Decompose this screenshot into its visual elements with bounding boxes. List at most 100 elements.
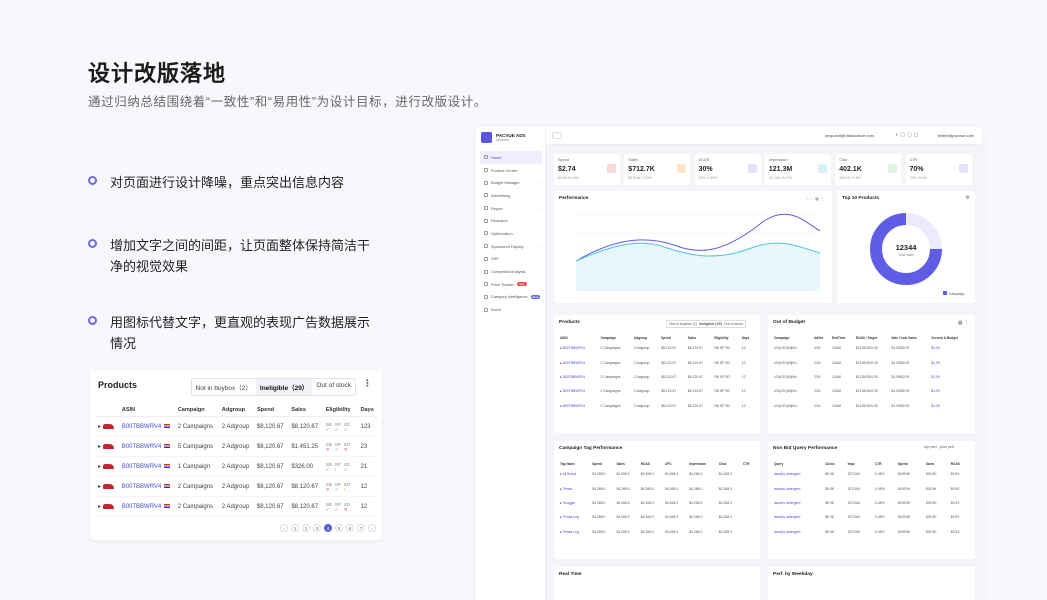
page-3[interactable]: 3 <box>313 524 321 532</box>
sidebar-item[interactable]: Category Intelligence Beta <box>480 291 542 304</box>
table-row[interactable]: laundry detergent $5.9K 327/164 0.45% $409.9… <box>772 467 971 481</box>
table-cell: ▸ Snuggle <box>560 500 576 505</box>
nav-icon <box>484 180 488 185</box>
table-cell: $5.9K <box>825 529 834 534</box>
more-options-icon[interactable]: ⋮ <box>363 378 372 389</box>
asin-link[interactable]: B00TBBWRV4 <box>122 484 162 490</box>
filter-ineligible[interactable]: Ineligible（29） <box>255 379 313 395</box>
app-switch-icon[interactable] <box>552 132 562 139</box>
mini-filter-group[interactable]: Not in buybox (2) Ineligible (29) Out of… <box>666 320 746 328</box>
out-of-budget-panel: Out of Budget ▦ ⋮ Campaign AdSet EndTime RO… <box>768 315 975 433</box>
table-cell: $4,268.0 <box>616 472 630 477</box>
table-row[interactable]: ▸ B00TBBWRV4 2 Campaigns 2 Adgroup $8,120.6… <box>96 496 378 517</box>
table-cell: $13.8K/$10.00 <box>855 374 878 379</box>
table-cell: 2 Adgroup <box>633 403 650 408</box>
filter-not-in-buybox[interactable]: Not in buybox（2） <box>192 379 256 395</box>
sidebar-item[interactable]: Competitor Analysis › <box>480 265 542 278</box>
kpi-card[interactable]: ACOS 30% 32% -2.00% <box>694 154 761 185</box>
account-email[interactable]: amy.wolf@vitalcouture.com <box>825 133 874 138</box>
row-expand[interactable]: ▸ <box>96 436 120 457</box>
next-page-icon[interactable]: › <box>368 524 376 532</box>
table-row[interactable]: ▸ B00TBBWRV4 2 Campaigns 2 Adgroup $8,120.6… <box>558 384 756 398</box>
asin-link[interactable]: B00TBBWRV4 <box>122 444 162 450</box>
table-row[interactable]: ▸ B00TBBWRV4 2 Campaigns 2 Adgroup $8,120.6… <box>558 355 756 369</box>
row-expand[interactable]: ▸ <box>96 416 120 437</box>
page-7[interactable]: 7 <box>357 524 365 532</box>
kpi-card[interactable]: Sales $712.7K $678.5K +5.0% <box>624 154 691 185</box>
row-expand[interactable]: ▸ <box>96 456 120 477</box>
nonbid-toggle[interactable]: top perf. poor perf. <box>924 445 955 449</box>
row-expand[interactable]: ▸ <box>96 476 120 497</box>
table-row[interactable]: US|LOC|Kit|Ke... 2/24 12AM $13.8K/$10.00 $1.… <box>772 341 971 355</box>
table-row[interactable]: ▸ B00TBBWRV4 1 Campaign 2 Adgroup $8,120.67… <box>96 456 378 477</box>
table-row[interactable]: US|LOC|Kit|Ke... 2/24 12AM $13.8K/$10.00 $1.… <box>772 399 971 413</box>
bullet-1: 对页面进行设计降噪，重点突出信息内容 <box>88 172 378 193</box>
sidebar-item[interactable]: Product Center › <box>480 164 542 177</box>
kpi-card[interactable]: CTR 70% 72% +0.5% <box>905 154 972 185</box>
page-5[interactable]: 5 <box>335 524 343 532</box>
kpi-delta: 72% +0.5% <box>909 176 927 180</box>
mini-products-table: ASIN Campaign Adgroup Spend Sales Eligibility… <box>558 335 756 413</box>
panel-tools-icon[interactable]: ▦ ⋮ <box>958 320 969 326</box>
sidebar-item[interactable]: Event <box>480 303 542 316</box>
page-1[interactable]: 1 <box>291 524 299 532</box>
table-cell: $4,268.0 <box>689 472 703 477</box>
user-email[interactable]: tenbel@pacvue.com <box>937 133 974 138</box>
sidebar-item[interactable]: DSP › <box>480 253 542 266</box>
table-row[interactable]: laundry detergent $5.9K 327/164 0.45% $409.9… <box>772 481 971 495</box>
prev-page-icon[interactable]: ‹ <box>280 524 288 532</box>
sidebar-item[interactable]: Research › <box>480 214 542 227</box>
table-cell: $4,268.0 <box>616 500 630 505</box>
sidebar-item[interactable]: Home <box>480 151 542 164</box>
table-row[interactable]: ▸ B00TBBWRV4 2 Campaigns 2 Adgroup $8,120.6… <box>558 399 756 413</box>
sidebar-item[interactable]: Budget Manager › <box>480 176 542 189</box>
table-row[interactable]: US|LOC|Kit|Ke... 2/24 12AM $13.8K/$10.00 $1.… <box>772 384 971 398</box>
table-row[interactable]: laundry detergent $5.9K 327/164 0.45% $409.9… <box>772 525 971 539</box>
asin-link[interactable]: B00TBBWRV4 <box>122 424 162 430</box>
table-row[interactable]: ▸ All Brand $4,268.0 $4,268.0 $4,268.0 $4,26… <box>558 467 756 481</box>
page-2[interactable]: 2 <box>302 524 310 532</box>
toolbar-icons[interactable]: ◐▢▢◻ <box>895 132 920 138</box>
cell-eligibility: SB SP SD ✕ ✓ ✕ <box>323 436 359 457</box>
kpi-label: Click <box>839 158 848 162</box>
table-cell: $4,268.0 <box>592 472 606 477</box>
table-cell: 2 Campaigns <box>600 360 621 365</box>
sidebar-item[interactable]: Price Tracker New <box>480 278 542 291</box>
table-row[interactable]: ▸ B00TBBWRV4 2 Campaigns 2 Adgroup $8,120.6… <box>558 341 756 355</box>
eligibility-mark: ✓ <box>325 506 330 512</box>
kpi-card[interactable]: Click 402.1K 396.2K +1.5% <box>835 154 902 185</box>
sidebar-item[interactable]: Report › <box>480 202 542 215</box>
row-expand[interactable]: ▸ <box>96 496 120 517</box>
sidebar-item-label: Competitor Analysis <box>491 269 526 275</box>
asin-link[interactable]: B00TBBWRV4 <box>122 504 162 510</box>
table-row[interactable]: US|LOC|Kit|Ke... 2/24 12AM $13.8K/$10.00 $1.… <box>772 355 971 369</box>
table-cell: 0.45% <box>875 500 885 505</box>
table-row[interactable]: ▸ B00TBBWRV4 2 Campaigns 2 Adgroup $8,120.6… <box>96 416 378 437</box>
table-row[interactable]: ▸ B00TBBWRV4 2 Campaigns 2 Adgroup $8,120.6… <box>96 476 378 497</box>
table-row[interactable]: ▸ Snuggle $4,268.0 $4,268.0 $4,268.0 $4,268.… <box>558 496 756 510</box>
table-cell: $4,268.0 <box>640 515 654 520</box>
table-row[interactable]: ▸ B00TBBWRV4 2 Campaigns 2 Adgroup $8,120.6… <box>558 370 756 384</box>
table-row[interactable]: ▸ Persia Leg $4,268.0 $4,268.0 $4,268.0 $4,2… <box>558 510 756 524</box>
brand-sub: Amazon <box>496 137 510 142</box>
sidebar-item[interactable]: Optimization › <box>480 227 542 240</box>
table-row[interactable]: laundry detergent $5.9K 327/164 0.45% $409.9… <box>772 496 971 510</box>
legend-label: Campaign <box>949 292 965 296</box>
sidebar-item[interactable]: Sponsored Display › <box>480 240 542 253</box>
table-row[interactable]: laundry detergent $5.9K 327/164 0.45% $409.9… <box>772 510 971 524</box>
kpi-card[interactable]: Spend $2.74 $2.69 +0.00% <box>554 154 620 185</box>
asin-link[interactable]: B00TBBWRV4 <box>122 464 162 470</box>
table-row[interactable]: ▸ B00TBBWRV4 5 Campaigns 2 Adgroup $8,120.6… <box>96 436 378 457</box>
table-row[interactable]: US|LOC|Kit|Ke... 2/24 12AM $13.8K/$10.00 $1.… <box>772 370 971 384</box>
filter-out-of-stock[interactable]: Out of stock <box>312 379 355 395</box>
page-6[interactable]: 6 <box>346 524 354 532</box>
table-cell: laundry detergent <box>774 472 801 477</box>
cell-adgroup: 2 Adgroup <box>219 436 255 457</box>
chevron-right-icon: › <box>537 167 539 173</box>
sidebar-item[interactable]: Advertising › <box>480 189 542 202</box>
cell-adgroup: 2 Adgroup <box>219 456 255 477</box>
table-row[interactable]: ▸ Persia $4,268.0 $4,268.0 $4,268.0 $4,268.0… <box>558 481 756 495</box>
kpi-card[interactable]: Impression 121.3M 111.1M +9.17% <box>764 154 831 185</box>
table-row[interactable]: ▸ Persia Leg $4,268.0 $4,268.0 $4,268.0 $4,2… <box>558 525 756 539</box>
page-4[interactable]: 4 <box>324 524 332 532</box>
